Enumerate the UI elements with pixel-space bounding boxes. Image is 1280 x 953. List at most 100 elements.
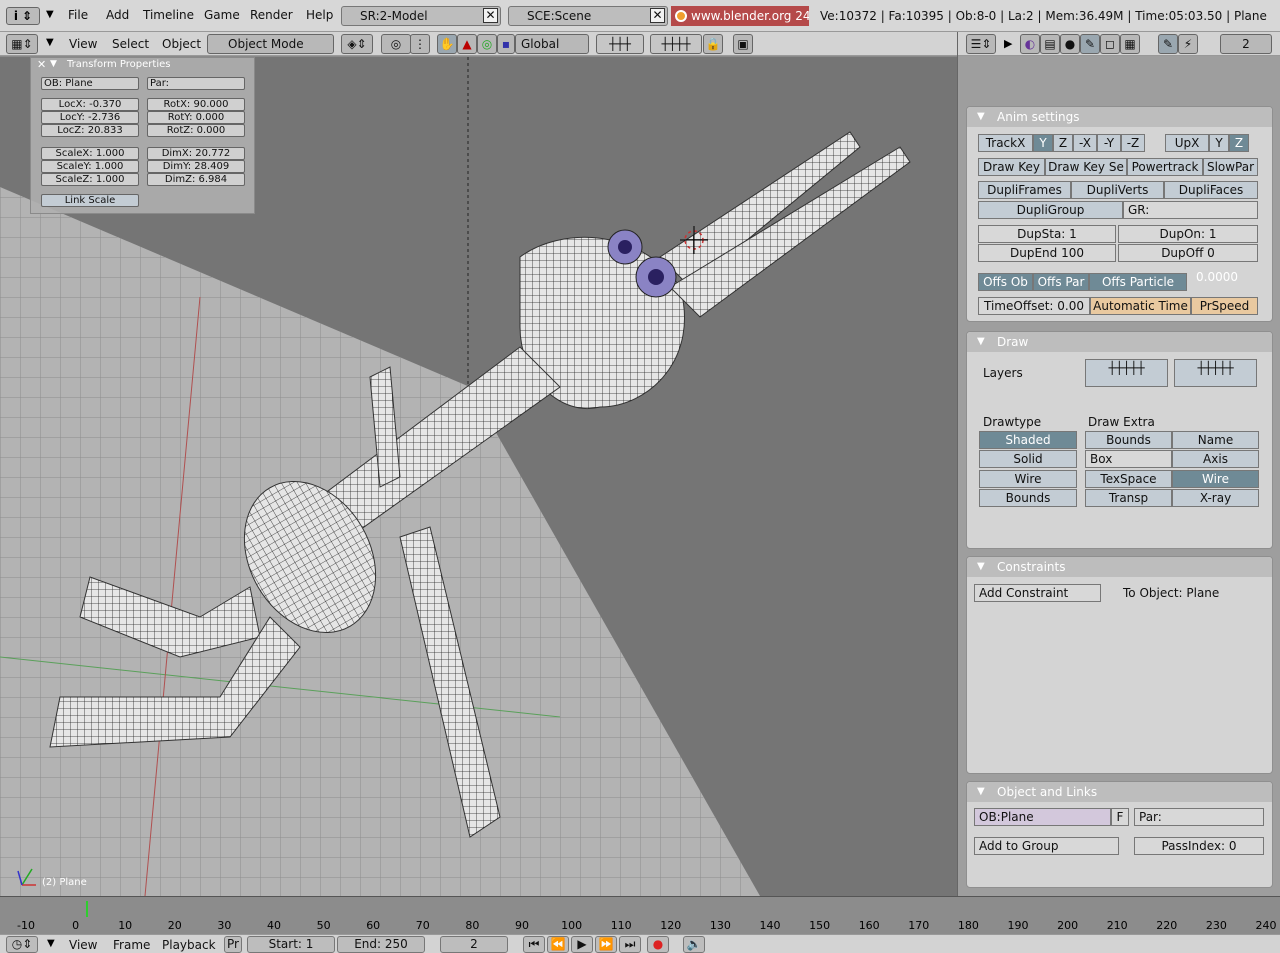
menu-game[interactable]: Game	[204, 8, 240, 22]
object-context-icon[interactable]: ✎	[1080, 34, 1100, 54]
rot-x-field[interactable]: RotX: 90.000	[147, 98, 245, 111]
object-name-field[interactable]: OB: Plane	[41, 77, 139, 90]
translate-manipulator-icon[interactable]: ▲	[457, 34, 477, 54]
parent-field[interactable]: Par:	[147, 77, 245, 90]
layer-buttons-a[interactable]: ┼┼┼	[596, 34, 644, 54]
dupsta-field[interactable]: DupSta: 1	[978, 225, 1116, 243]
texspace-toggle[interactable]: TexSpace	[1085, 470, 1172, 488]
scale-x-field[interactable]: ScaleX: 1.000	[41, 147, 139, 160]
panel-header[interactable]: ▼ Constraints	[967, 557, 1272, 577]
duplifaces-button[interactable]: DupliFaces	[1164, 181, 1258, 199]
dim-x-field[interactable]: DimX: 20.772	[147, 147, 245, 160]
snap-icon[interactable]: ⋮	[410, 34, 430, 54]
info-icon[interactable]: i ⇕	[6, 7, 40, 25]
dupend-field[interactable]: DupEnd 100	[978, 244, 1116, 262]
menu-frame[interactable]: Frame	[113, 938, 150, 952]
drawtype-wire-button[interactable]: Wire	[979, 470, 1077, 488]
add-constraint-button[interactable]: Add Constraint	[974, 584, 1101, 602]
menu-help[interactable]: Help	[306, 8, 333, 22]
object-subcontext-icon[interactable]: ✎	[1158, 34, 1178, 54]
powertrack-button[interactable]: Powertrack	[1127, 158, 1203, 176]
fake-user-button[interactable]: F	[1111, 808, 1129, 826]
editor-type-grid-icon[interactable]: ▦⇕	[6, 34, 38, 54]
physics-subcontext-icon[interactable]: ⚡	[1178, 34, 1198, 54]
draw-mode-icon[interactable]: ◈⇕	[341, 34, 373, 54]
logic-context-icon[interactable]: ◐	[1020, 34, 1040, 54]
menu-view[interactable]: View	[69, 938, 97, 952]
dupliverts-button[interactable]: DupliVerts	[1071, 181, 1164, 199]
loc-y-field[interactable]: LocY: -2.736	[41, 111, 139, 124]
script-context-icon[interactable]: ▤	[1040, 34, 1060, 54]
panel-header[interactable]: ▼ Draw	[967, 332, 1272, 352]
track-x-button[interactable]: TrackX	[978, 134, 1033, 152]
prev-key-icon[interactable]: ⏪	[547, 936, 569, 953]
audio-icon[interactable]: 🔈	[683, 936, 705, 953]
record-icon[interactable]: ●	[647, 936, 669, 953]
orientation-selector[interactable]: Global	[515, 34, 589, 54]
dim-y-field[interactable]: DimY: 28.409	[147, 160, 245, 173]
menu-add[interactable]: Add	[106, 8, 129, 22]
end-frame-field[interactable]: End: 250	[337, 936, 425, 953]
draw-key-sel-button[interactable]: Draw Key Se	[1045, 158, 1127, 176]
scale-z-field[interactable]: ScaleZ: 1.000	[41, 173, 139, 186]
menu-select[interactable]: Select	[112, 37, 149, 51]
jump-start-icon[interactable]: ⏮	[523, 936, 545, 953]
loc-z-field[interactable]: LocZ: 20.833	[41, 124, 139, 137]
drawtype-bounds-button[interactable]: Bounds	[979, 489, 1077, 507]
offs-par-button[interactable]: Offs Par	[1033, 273, 1089, 291]
next-key-icon[interactable]: ⏩	[595, 936, 617, 953]
collapse-header-icon[interactable]: ▼	[46, 37, 54, 48]
name-toggle[interactable]: Name	[1172, 431, 1259, 449]
dim-z-field[interactable]: DimZ: 6.984	[147, 173, 245, 186]
collapse-icon[interactable]: ▼	[977, 107, 985, 127]
bounds-type-select[interactable]: Box	[1085, 450, 1172, 468]
scene-selector[interactable]: SCE:Scene ✕	[508, 6, 668, 26]
dupon-field[interactable]: DupOn: 1	[1118, 225, 1258, 243]
offs-ob-button[interactable]: Offs Ob	[978, 273, 1033, 291]
drawtype-shaded-button[interactable]: Shaded	[979, 431, 1077, 449]
offs-particle-button[interactable]: Offs Particle	[1089, 273, 1187, 291]
timeline-area[interactable]: -10 0 10 20 30 40 50 60 70 80 90 100 110 120 130 140 150…	[0, 896, 1280, 934]
track-z-button[interactable]: Z	[1053, 134, 1073, 152]
track-neg-z-button[interactable]: -Z	[1121, 134, 1145, 152]
editor-type-icon[interactable]: ☰⇕	[966, 34, 996, 54]
drawtype-solid-button[interactable]: Solid	[979, 450, 1077, 468]
close-icon[interactable]: ✕	[37, 58, 46, 71]
rotate-manipulator-icon[interactable]: ◎	[477, 34, 497, 54]
menu-file[interactable]: File	[68, 8, 88, 22]
collapse-icon[interactable]: ▼	[977, 782, 985, 802]
preview-range-button[interactable]: Pr	[224, 936, 242, 953]
layer-grid-left[interactable]: ┼┼┼┼┼	[1085, 359, 1168, 387]
pivot-icon[interactable]: ◎	[381, 34, 411, 54]
scene-context-icon[interactable]: ▦	[1120, 34, 1140, 54]
editor-type-clock-icon[interactable]: ◷⇕	[6, 936, 38, 953]
dupliframes-button[interactable]: DupliFrames	[978, 181, 1071, 199]
blender-site-link[interactable]: www.blender.org 245	[671, 6, 809, 26]
dupoff-field[interactable]: DupOff 0	[1118, 244, 1258, 262]
loc-x-field[interactable]: LocX: -0.370	[41, 98, 139, 111]
play-icon[interactable]: ▶	[571, 936, 593, 953]
layer-buttons-b[interactable]: ┼┼┼┼	[650, 34, 702, 54]
draw-key-button[interactable]: Draw Key	[978, 158, 1045, 176]
menu-render[interactable]: Render	[250, 8, 293, 22]
panel-header[interactable]: ▼ Anim settings	[967, 107, 1272, 127]
axis-toggle[interactable]: Axis	[1172, 450, 1259, 468]
start-frame-field[interactable]: Start: 1	[247, 936, 335, 953]
prspeed-button[interactable]: PrSpeed	[1191, 297, 1258, 315]
add-to-group-button[interactable]: Add to Group	[974, 837, 1119, 855]
link-scale-button[interactable]: Link Scale	[41, 194, 139, 207]
up-x-button[interactable]: UpX	[1165, 134, 1209, 152]
current-frame-marker[interactable]	[86, 901, 88, 917]
jump-end-icon[interactable]: ⏭	[619, 936, 641, 953]
close-icon[interactable]: ✕	[483, 8, 498, 23]
expand-icon[interactable]: ▶	[1004, 37, 1012, 50]
scale-y-field[interactable]: ScaleY: 1.000	[41, 160, 139, 173]
timeoffset-field[interactable]: TimeOffset: 0.00	[978, 297, 1090, 315]
hand-manipulator-icon[interactable]: ✋	[437, 34, 457, 54]
passindex-field[interactable]: PassIndex: 0	[1134, 837, 1264, 855]
track-y-button[interactable]: Y	[1033, 134, 1053, 152]
track-neg-x-button[interactable]: -X	[1073, 134, 1097, 152]
render-icon[interactable]: ▣	[733, 34, 753, 54]
current-frame-field[interactable]: 2	[440, 936, 508, 953]
panel-header[interactable]: ▼ Object and Links	[967, 782, 1272, 802]
